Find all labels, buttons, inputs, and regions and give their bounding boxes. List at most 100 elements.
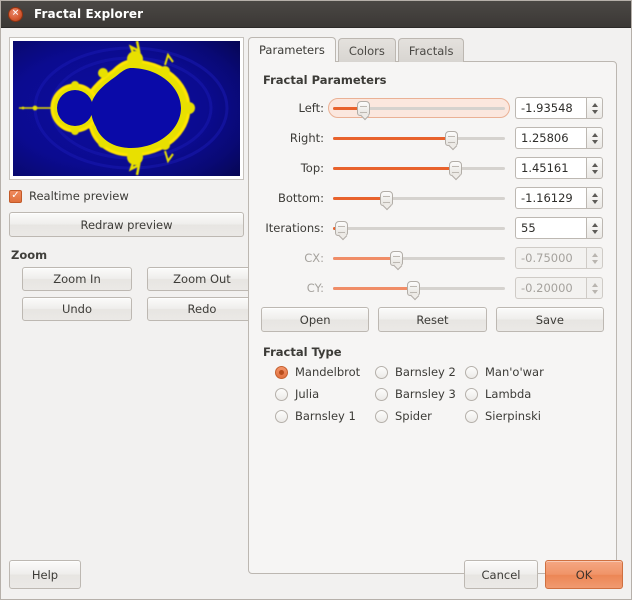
tab-colors[interactable]: Colors xyxy=(337,38,396,62)
file-button-row: Open Reset Save xyxy=(261,307,604,332)
top-slider[interactable] xyxy=(333,157,505,179)
cy-value: -0.20000 xyxy=(515,277,586,299)
radio-spider[interactable]: Spider xyxy=(375,409,465,423)
right-value[interactable]: 1.25806 xyxy=(515,127,586,149)
right-slider-fill xyxy=(333,137,452,140)
bottom-value[interactable]: -1.16129 xyxy=(515,187,586,209)
bottom-spinbox[interactable]: -1.16129 xyxy=(515,187,603,209)
radio-manowar-label: Man'o'war xyxy=(485,365,544,379)
help-button[interactable]: Help xyxy=(9,560,81,589)
spin-down-icon[interactable] xyxy=(591,229,598,234)
realtime-preview-label: Realtime preview xyxy=(29,189,129,203)
spin-up-icon[interactable] xyxy=(591,222,598,227)
param-row-cx: CX: -0.75000 xyxy=(261,247,604,269)
param-row-top: Top: 1.45161 xyxy=(261,157,604,179)
title-bar: ✕ Fractal Explorer xyxy=(1,1,631,28)
parameters-tab-panel: Fractal Parameters Left: -1.93548 Right:… xyxy=(248,61,617,574)
check-mark-icon: ✓ xyxy=(11,190,20,201)
left-value[interactable]: -1.93548 xyxy=(515,97,586,119)
spin-down-icon[interactable] xyxy=(591,199,598,204)
spin-down-icon[interactable] xyxy=(591,109,598,114)
top-spin-buttons[interactable] xyxy=(586,157,603,179)
radio-mandelbrot-icon[interactable] xyxy=(275,365,288,379)
fractal-preview[interactable] xyxy=(13,41,240,176)
window-close-icon[interactable]: ✕ xyxy=(8,6,23,22)
spin-up-icon[interactable] xyxy=(591,102,598,107)
radio-barnsley-1[interactable]: Barnsley 1 xyxy=(275,409,375,423)
right-label: Right: xyxy=(289,131,324,145)
radio-barnsley-2[interactable]: Barnsley 2 xyxy=(375,365,465,379)
iterations-spin-buttons[interactable] xyxy=(586,217,603,239)
left-slider-handle[interactable] xyxy=(357,101,371,116)
radio-manowar-icon[interactable] xyxy=(465,365,478,379)
bottom-slider-fill xyxy=(333,197,387,200)
spin-down-icon[interactable] xyxy=(591,139,598,144)
top-spinbox[interactable]: 1.45161 xyxy=(515,157,603,179)
action-bar: Help Cancel OK xyxy=(9,560,623,590)
window-title: Fractal Explorer xyxy=(34,7,144,21)
radio-mandelbrot[interactable]: Mandelbrot xyxy=(275,365,375,379)
undo-button[interactable]: Undo xyxy=(22,297,132,321)
radio-lambda-icon[interactable] xyxy=(465,387,478,401)
bottom-slider-handle[interactable] xyxy=(379,191,393,206)
bottom-label: Bottom: xyxy=(277,191,324,205)
left-spin-buttons[interactable] xyxy=(586,97,603,119)
iterations-slider[interactable] xyxy=(333,217,505,239)
notebook: Parameters Colors Fractals Fractal Param… xyxy=(248,37,617,574)
left-spinbox[interactable]: -1.93548 xyxy=(515,97,603,119)
radio-spider-label: Spider xyxy=(395,409,432,423)
tab-parameters[interactable]: Parameters xyxy=(248,37,336,62)
spin-down-icon[interactable] xyxy=(591,169,598,174)
left-panel: ✓ Realtime preview Redraw preview Zoom Z… xyxy=(9,37,257,321)
radio-julia-label: Julia xyxy=(295,387,320,401)
fractal-type-radio-group: Mandelbrot Barnsley 2 Man'o'war Julia Ba… xyxy=(275,365,604,423)
fractal-parameters-title: Fractal Parameters xyxy=(263,73,387,87)
radio-lambda[interactable]: Lambda xyxy=(465,387,575,401)
left-slider[interactable] xyxy=(328,97,510,119)
iterations-spinbox[interactable]: 55 xyxy=(515,217,603,239)
realtime-preview-row[interactable]: ✓ Realtime preview xyxy=(9,189,244,203)
tab-fractals[interactable]: Fractals xyxy=(397,38,465,62)
radio-julia[interactable]: Julia xyxy=(275,387,375,401)
spin-up-icon[interactable] xyxy=(591,192,598,197)
zoom-in-button[interactable]: Zoom In xyxy=(22,267,132,291)
top-slider-handle[interactable] xyxy=(448,161,462,176)
radio-barnsley-3-icon[interactable] xyxy=(375,387,388,401)
param-row-cy: CY: -0.20000 xyxy=(261,277,604,299)
right-spin-buttons[interactable] xyxy=(586,127,603,149)
radio-spider-icon[interactable] xyxy=(375,409,388,423)
top-value[interactable]: 1.45161 xyxy=(515,157,586,179)
iterations-value[interactable]: 55 xyxy=(515,217,586,239)
radio-barnsley-2-icon[interactable] xyxy=(375,365,388,379)
radio-sierpinski[interactable]: Sierpinski xyxy=(465,409,575,423)
reset-button[interactable]: Reset xyxy=(378,307,487,332)
close-x-glyph: ✕ xyxy=(11,8,20,18)
ok-button[interactable]: OK xyxy=(545,560,623,589)
iterations-slider-handle[interactable] xyxy=(335,221,349,236)
redraw-preview-button[interactable]: Redraw preview xyxy=(9,212,244,237)
bottom-spin-buttons[interactable] xyxy=(586,187,603,209)
spin-up-icon[interactable] xyxy=(591,162,598,167)
top-label: Top: xyxy=(300,161,324,175)
redo-button[interactable]: Redo xyxy=(147,297,257,321)
radio-manowar[interactable]: Man'o'war xyxy=(465,365,575,379)
right-spinbox[interactable]: 1.25806 xyxy=(515,127,603,149)
save-button[interactable]: Save xyxy=(495,307,604,332)
preview-frame xyxy=(9,37,244,180)
cancel-button[interactable]: Cancel xyxy=(464,560,538,589)
spin-up-icon[interactable] xyxy=(591,132,598,137)
radio-sierpinski-icon[interactable] xyxy=(465,409,478,423)
right-slider[interactable] xyxy=(333,127,505,149)
left-label: Left: xyxy=(298,101,324,115)
radio-julia-icon[interactable] xyxy=(275,387,288,401)
radio-barnsley-1-icon[interactable] xyxy=(275,409,288,423)
zoom-out-button[interactable]: Zoom Out xyxy=(147,267,257,291)
realtime-preview-checkbox[interactable]: ✓ xyxy=(9,189,22,203)
cx-slider-fill xyxy=(333,257,397,260)
right-slider-handle[interactable] xyxy=(445,131,459,146)
open-button[interactable]: Open xyxy=(261,307,370,332)
radio-barnsley-3[interactable]: Barnsley 3 xyxy=(375,387,465,401)
bottom-slider[interactable] xyxy=(333,187,505,209)
cx-spinbox: -0.75000 xyxy=(515,247,603,269)
spin-up-icon xyxy=(591,282,598,287)
